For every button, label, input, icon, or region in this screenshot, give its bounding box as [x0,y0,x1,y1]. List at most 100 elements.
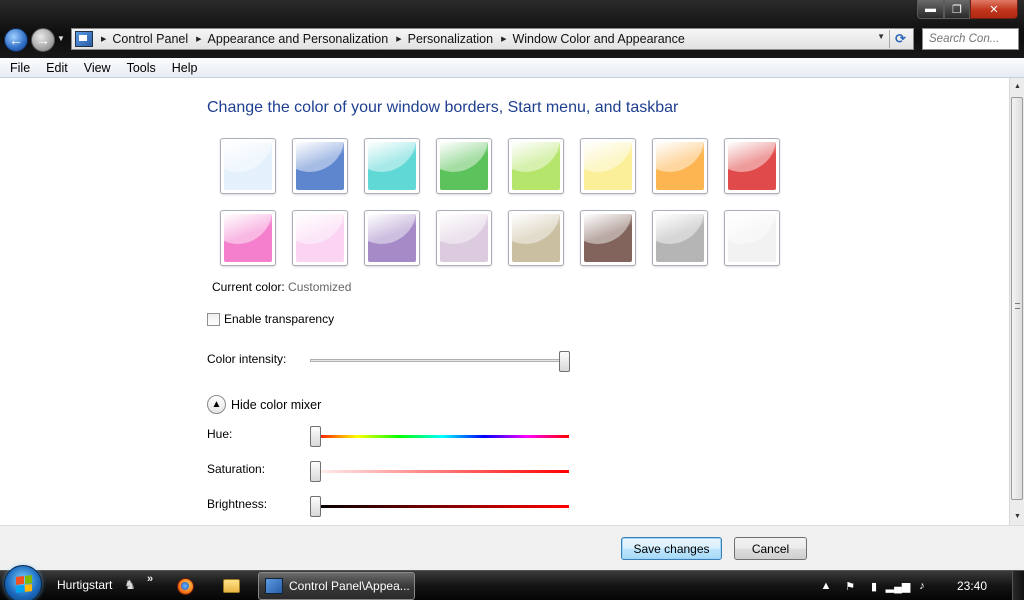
swatch-fill [440,142,488,190]
folder-icon[interactable] [223,579,240,593]
breadcrumb-personalization[interactable]: Personalization [408,32,493,46]
forward-button[interactable]: → [31,28,55,52]
current-color: Current color: Customized [212,280,351,294]
color-swatch-pumpkin-light[interactable] [580,138,636,194]
hue-slider-track[interactable] [315,435,569,438]
saturation-slider-track[interactable] [315,470,569,473]
swatch-fill [656,214,704,262]
save-changes-button[interactable]: Save changes [621,537,722,560]
refresh-button[interactable]: ⟳ [889,30,911,48]
chevron-double-right-icon[interactable]: » [147,573,153,585]
battery-icon[interactable]: ▮ [866,578,882,594]
menu-tools[interactable]: Tools [119,61,164,75]
menu-file[interactable]: File [2,61,38,75]
chevron-up-icon[interactable]: ▲ [207,395,226,414]
color-swatch-slate[interactable] [652,210,708,266]
color-mixer-label[interactable]: Hide color mixer [231,398,321,412]
control-panel-icon [75,31,93,47]
scroll-up-button[interactable]: ▲ [1010,78,1024,95]
color-swatch-chocolate[interactable] [580,210,636,266]
address-dropdown-icon[interactable]: ▼ [877,32,885,41]
control-panel-icon [265,578,283,594]
swatch-fill [728,214,776,262]
brightness-slider-thumb[interactable] [310,496,321,517]
recent-pages-dropdown[interactable]: ▼ [57,34,65,43]
maximize-button[interactable]: ❐ [944,0,970,19]
clock[interactable]: 23:40 [957,579,987,593]
back-button[interactable]: ← [4,28,28,52]
brightness-slider-track[interactable] [315,505,569,508]
color-swatch-ruby[interactable] [724,138,780,194]
quicklaunch-toolbar-label[interactable]: Hurtigstart [57,578,112,592]
menu-view[interactable]: View [76,61,119,75]
transparency-label[interactable]: Enable transparency [224,312,334,326]
arrow-left-icon: ← [9,32,23,48]
search-input[interactable] [923,29,1018,49]
page-title: Change the color of your window borders,… [207,99,679,116]
swatch-fill [296,142,344,190]
color-swatch-twilight[interactable] [292,138,348,194]
color-swatch-leaf[interactable] [436,138,492,194]
scroll-down-button[interactable]: ▼ [1010,508,1024,525]
color-swatch-lime[interactable] [508,138,564,194]
action-center-flag-icon[interactable]: ⚑ [842,578,858,594]
cancel-button[interactable]: Cancel [734,537,807,560]
taskbar: Hurtigstart ♞ » Control Panel\Appea... ▲… [0,565,1024,600]
transparency-checkbox[interactable] [207,312,220,326]
taskbar-item-label: Control Panel\Appea... [289,579,410,593]
close-button[interactable]: ✕ [970,0,1018,19]
hue-label: Hue: [207,427,233,441]
system-tray: ▲ ⚑ ▮ ▂▄▆ ♪ [814,571,934,600]
breadcrumb-window-color[interactable]: Window Color and Appearance [512,32,684,46]
menu-help[interactable]: Help [164,61,206,75]
saturation-label: Saturation: [207,462,266,476]
transparency-option[interactable]: Enable transparency [207,312,334,326]
window-controls: ▬ ❐ ✕ [917,0,1018,19]
firefox-icon[interactable] [177,578,194,595]
color-swatch-sea[interactable] [364,138,420,194]
chevron-right-icon[interactable]: ▶ [501,35,506,43]
color-swatch-blush[interactable] [292,210,348,266]
chevron-right-icon[interactable]: ▶ [101,35,106,43]
show-hidden-icons-icon[interactable]: ▲ [818,578,834,594]
search-box[interactable] [922,28,1019,50]
breadcrumb-appearance[interactable]: Appearance and Personalization [208,32,389,46]
current-color-label: Current color: [212,280,285,294]
show-desktop-button[interactable] [1012,571,1024,600]
hue-slider-thumb[interactable] [310,426,321,447]
start-button[interactable] [4,565,42,600]
scroll-thumb[interactable] [1011,97,1023,500]
taskbar-item-control-panel[interactable]: Control Panel\Appea... [258,572,415,600]
color-mixer-toggle[interactable]: ▲ Hide color mixer [207,395,321,414]
minimize-button[interactable]: ▬ [917,0,944,19]
chevron-right-icon[interactable]: ▶ [196,35,201,43]
color-swatch-sky[interactable] [220,138,276,194]
address-bar[interactable]: ▶ Control Panel ▶ Appearance and Persona… [71,28,914,50]
swatch-fill [512,142,560,190]
menu-edit[interactable]: Edit [38,61,76,75]
volume-icon[interactable]: ♪ [914,578,930,594]
current-color-value: Customized [288,280,352,294]
swatch-fill [224,214,272,262]
color-swatch-taupe[interactable] [508,210,564,266]
color-swatch-violet[interactable] [364,210,420,266]
breadcrumb-control-panel[interactable]: Control Panel [112,32,188,46]
saturation-slider-thumb[interactable] [310,461,321,482]
intensity-slider-thumb[interactable] [559,351,570,372]
swatch-fill [224,142,272,190]
swatch-fill [368,142,416,190]
color-swatch-pumpkin[interactable] [652,138,708,194]
chevron-right-icon[interactable]: ▶ [396,35,401,43]
color-swatch-lavender[interactable] [436,210,492,266]
swatch-fill [368,214,416,262]
swatch-fill [728,142,776,190]
swatch-fill [440,214,488,262]
fox-icon[interactable]: ♞ [122,577,138,593]
color-swatch-fuchsia[interactable] [220,210,276,266]
network-signal-icon[interactable]: ▂▄▆ [886,578,911,594]
intensity-label: Color intensity: [207,352,287,366]
menu-bar: File Edit View Tools Help [0,58,1024,78]
color-swatch-frost[interactable] [724,210,780,266]
intensity-slider-track[interactable] [310,359,570,362]
vertical-scrollbar[interactable]: ▲ ▼ [1009,78,1024,525]
